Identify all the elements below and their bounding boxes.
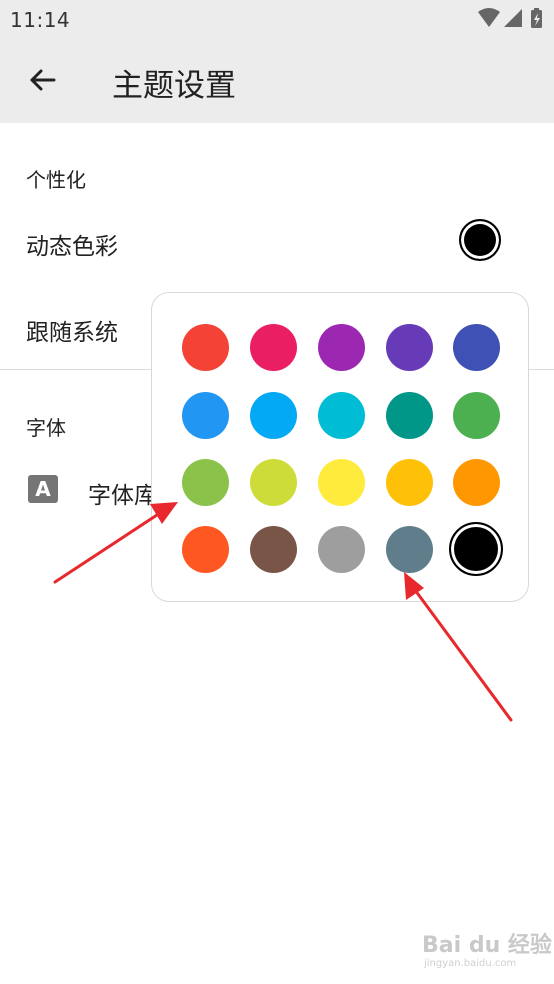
app-bar: 主题设置 [0,38,554,123]
color-swatch[interactable] [385,323,433,371]
color-swatch[interactable] [449,522,503,576]
color-swatch[interactable] [181,323,229,371]
color-swatch[interactable] [452,391,500,439]
color-swatch[interactable] [385,525,433,573]
watermark-url: jingyan.baidu.com [424,958,517,969]
color-swatch[interactable] [317,525,365,573]
color-swatch[interactable] [317,323,365,371]
battery-charging-icon [531,8,542,28]
signal-icon [504,9,522,27]
color-swatch[interactable] [317,391,365,439]
font-library-label: 字体库 [88,483,157,509]
status-time: 11:14 [10,8,71,32]
color-swatch[interactable] [249,323,297,371]
color-swatch[interactable] [181,391,229,439]
screen: 11:14 主题设置 个性化 动态色彩 跟随系统 字体 A 字体库 Bai du… [0,0,554,984]
dynamic-color-swatch[interactable] [459,219,501,261]
page-title: 主题设置 [112,68,236,104]
section-header-personalization: 个性化 [26,168,86,192]
color-swatch[interactable] [452,458,500,506]
wifi-icon [478,8,500,27]
color-swatch[interactable] [249,525,297,573]
watermark-logo: Bai du 经验 [422,933,552,958]
color-picker-popup [151,292,529,602]
color-swatch[interactable] [249,458,297,506]
color-swatch[interactable] [385,458,433,506]
color-swatch[interactable] [452,323,500,371]
color-swatch[interactable] [181,458,229,506]
color-swatch[interactable] [181,525,229,573]
section-header-font: 字体 [26,416,66,440]
status-icons [478,8,544,30]
status-bar: 11:14 [0,0,554,38]
back-button[interactable] [22,60,62,100]
follow-system-label: 跟随系统 [26,320,118,346]
font-icon: A [28,475,58,503]
arrow-back-icon [30,69,56,91]
dynamic-color-label: 动态色彩 [26,234,118,260]
color-swatch[interactable] [249,391,297,439]
color-swatch[interactable] [317,458,365,506]
color-swatch[interactable] [385,391,433,439]
